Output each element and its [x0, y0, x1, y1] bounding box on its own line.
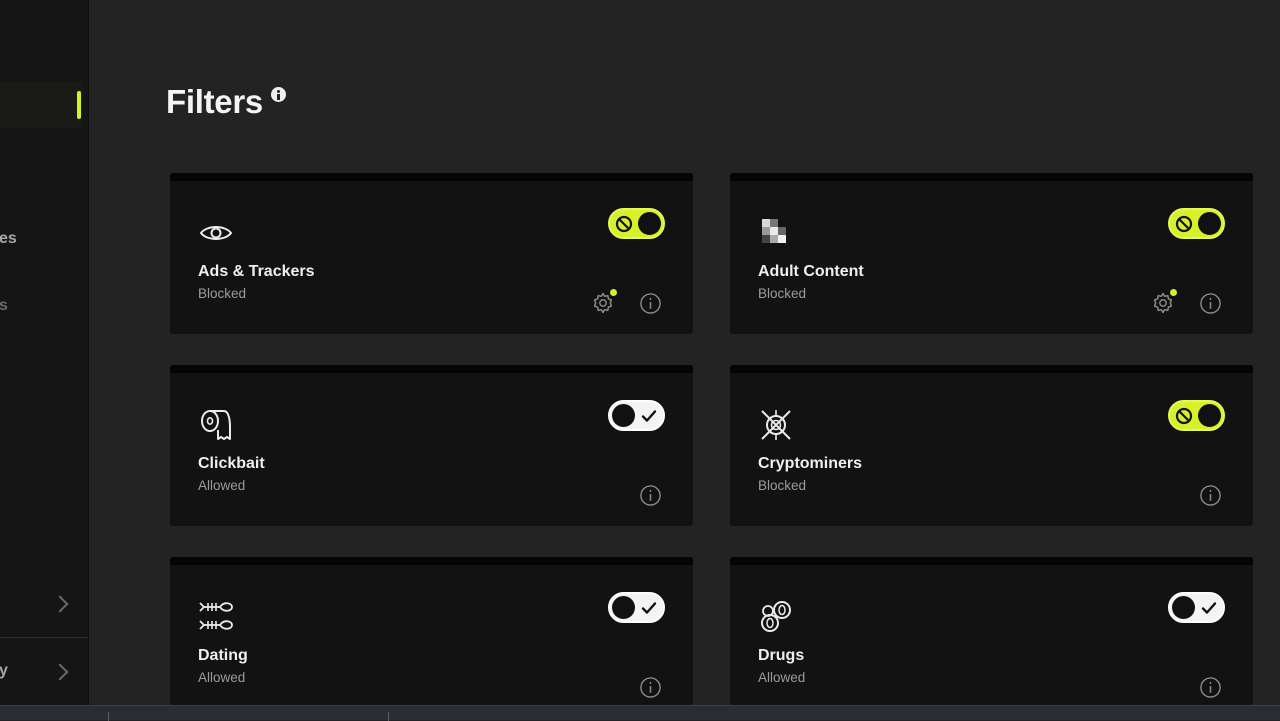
info-icon[interactable] — [1199, 676, 1222, 699]
info-icon[interactable] — [639, 676, 662, 699]
chevron-right-icon[interactable] — [51, 595, 69, 613]
filter-title: Cryptominers — [758, 455, 863, 472]
toggle-knob — [1198, 404, 1221, 427]
info-icon[interactable] — [1199, 484, 1222, 507]
info-icon[interactable] — [271, 87, 286, 102]
filter-toggle[interactable] — [608, 592, 665, 623]
filter-title: Ads & Trackers — [198, 263, 315, 280]
sidebar-divider — [0, 637, 88, 638]
active-indicator — [77, 91, 81, 119]
filter-status: Allowed — [198, 478, 246, 493]
filter-card-cryptominers: Cryptominers Blocked — [730, 365, 1253, 526]
filter-card-clickbait: Clickbait Allowed — [170, 365, 693, 526]
block-icon — [615, 215, 633, 233]
toggle-knob — [612, 596, 635, 619]
filter-status: Blocked — [758, 478, 807, 493]
toggle-knob — [612, 404, 635, 427]
toggle-knob — [1172, 596, 1195, 619]
crypto-icon — [761, 410, 791, 440]
filter-status: Allowed — [758, 670, 806, 685]
filter-toggle[interactable] — [1168, 208, 1225, 239]
notification-dot — [610, 289, 617, 296]
filter-toggle[interactable] — [1168, 400, 1225, 431]
info-icon[interactable] — [1199, 292, 1222, 315]
info-icon[interactable] — [639, 292, 662, 315]
toilet-paper-icon — [201, 410, 231, 440]
filter-status: Blocked — [758, 286, 807, 301]
check-icon — [1201, 602, 1217, 614]
check-icon — [641, 602, 657, 614]
filter-title: Adult Content — [758, 263, 864, 280]
filter-card-dating: Dating Allowed — [170, 557, 693, 705]
pills-icon — [761, 601, 791, 632]
filter-toggle[interactable] — [608, 208, 665, 239]
fish-bones-icon — [199, 602, 233, 630]
eye-icon — [199, 226, 233, 240]
filter-toggle[interactable] — [1168, 592, 1225, 623]
filter-card-adult-content: Adult Content Blocked — [730, 173, 1253, 334]
toggle-knob — [638, 212, 661, 235]
filter-card-drugs: Drugs Allowed — [730, 557, 1253, 705]
block-icon — [1175, 215, 1193, 233]
page-title: Filters — [166, 83, 263, 120]
bottom-bar — [0, 705, 1280, 721]
filter-status: Allowed — [198, 670, 246, 685]
sidebar-item-label[interactable]: es — [0, 230, 17, 248]
sidebar-item-filters[interactable] — [0, 82, 82, 128]
toggle-knob — [1198, 212, 1221, 235]
info-icon[interactable] — [639, 484, 662, 507]
sidebar-item-label[interactable]: s — [0, 297, 8, 315]
notification-dot — [1170, 289, 1177, 296]
filter-toggle[interactable] — [608, 400, 665, 431]
sidebar-item-label[interactable]: y — [0, 662, 8, 680]
check-icon — [641, 410, 657, 422]
filter-card-ads-trackers: Ads & Trackers Blocked — [170, 173, 693, 334]
filter-title: Clickbait — [198, 455, 265, 472]
filter-title: Drugs — [758, 647, 805, 664]
sidebar: es s y — [0, 0, 89, 705]
filter-status: Blocked — [198, 286, 247, 301]
chevron-right-icon[interactable] — [51, 663, 69, 681]
filter-title: Dating — [198, 647, 248, 664]
pixelated-icon — [762, 219, 786, 243]
block-icon — [1175, 407, 1193, 425]
